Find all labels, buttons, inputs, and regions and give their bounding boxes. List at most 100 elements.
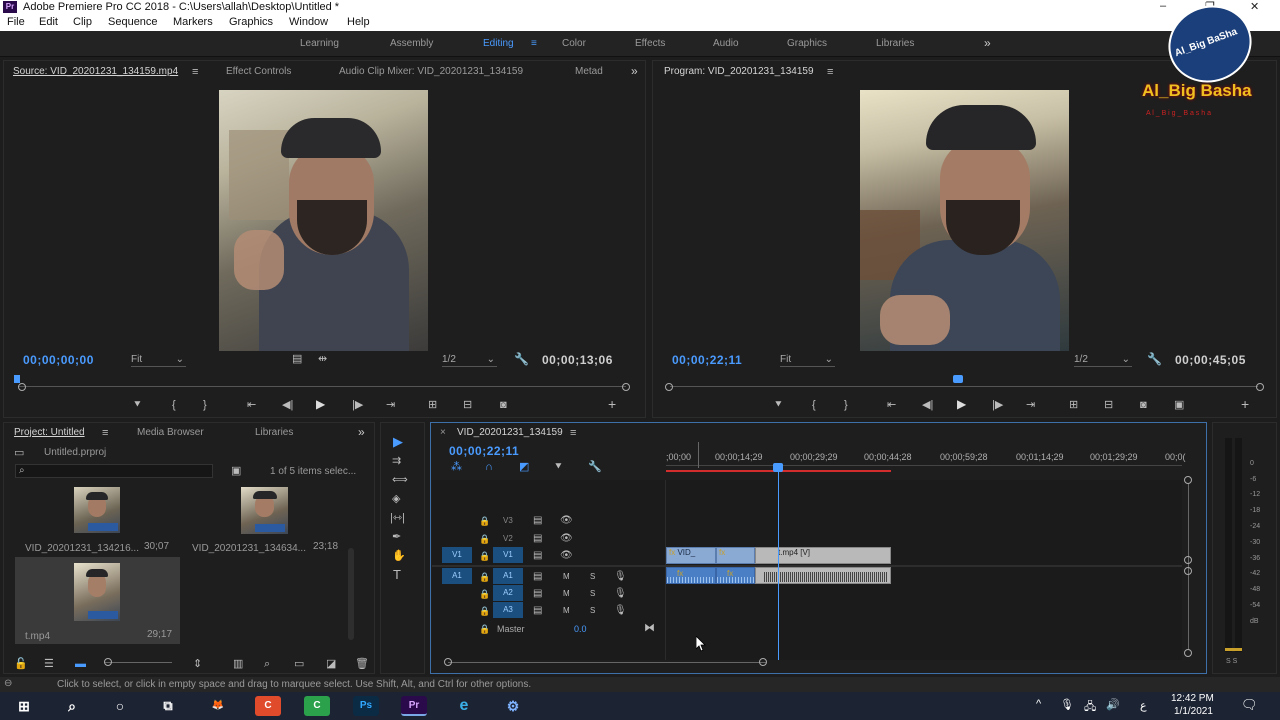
track-target-a3[interactable]: A3	[493, 602, 523, 618]
timeline-playhead-line[interactable]	[778, 470, 779, 660]
source-zoom-handle-left[interactable]	[18, 383, 26, 391]
network-icon[interactable]: 🖧	[1084, 698, 1096, 717]
ripple-edit-tool-icon[interactable]: ⟺	[392, 473, 408, 487]
tab-effect-controls[interactable]: Effect Controls	[226, 66, 291, 77]
selection-tool-icon[interactable]: ▶	[393, 435, 403, 449]
source-video-frame[interactable]	[219, 90, 428, 351]
workspace-editing[interactable]: Editing	[483, 38, 514, 49]
source-resolution-select[interactable]: 1/2 ⌄	[442, 354, 497, 367]
minimize-button[interactable]: –	[1160, 0, 1166, 12]
lock-icon[interactable]: 🔒	[479, 587, 490, 601]
wrench-icon[interactable]: 🔧	[588, 460, 602, 474]
close-window-button[interactable]: ✕	[1250, 0, 1259, 13]
microphone-icon[interactable]: 🎙	[614, 587, 627, 601]
panel-menu-icon[interactable]: ≡	[570, 426, 576, 440]
lock-icon[interactable]: 🔒	[479, 532, 490, 546]
lock-icon[interactable]: 🔒	[479, 514, 490, 528]
insert-overlay-icon[interactable]: ⇹	[318, 352, 327, 366]
language-indicator[interactable]: ع	[1140, 699, 1147, 712]
comparison-view-icon[interactable]: ▣	[1174, 398, 1184, 412]
workspace-effects[interactable]: Effects	[635, 38, 665, 49]
mark-out-icon[interactable]: }	[203, 398, 207, 412]
track-zoom-handle[interactable]	[1184, 567, 1192, 575]
task-view-button[interactable]: ⧉	[155, 696, 181, 716]
list-view-icon[interactable]: ☰	[44, 657, 54, 671]
toggle-sync-icon[interactable]: ▤	[533, 587, 542, 601]
tab-source[interactable]: Source: VID_20201231_134159.mp4	[13, 66, 178, 77]
video-clip[interactable]: t.mp4 [V]	[755, 547, 891, 564]
panel-more-icon[interactable]: »	[358, 425, 365, 439]
microphone-icon[interactable]: 🎙	[614, 604, 627, 618]
wrench-icon[interactable]: 🔧	[1147, 352, 1162, 366]
workspace-color[interactable]: Color	[562, 38, 586, 49]
panel-menu-icon[interactable]: ≡	[827, 65, 833, 79]
step-back-icon[interactable]: ◀|	[922, 398, 933, 412]
source-scrubber-track[interactable]	[18, 386, 626, 387]
source-fit-select[interactable]: Fit ⌄	[131, 354, 186, 367]
search-button[interactable]: ⌕	[59, 696, 85, 716]
menu-markers[interactable]: Markers	[173, 16, 213, 28]
start-button[interactable]: ⊞	[11, 696, 37, 716]
zoom-slider-handle[interactable]	[104, 658, 112, 666]
add-marker-icon[interactable]: ⯆	[554, 460, 563, 474]
program-video-frame[interactable]	[860, 90, 1069, 351]
cortana-button[interactable]: ○	[107, 696, 133, 716]
menu-clip[interactable]: Clip	[73, 16, 92, 28]
new-search-bin-icon[interactable]: ▣	[231, 464, 241, 478]
play-icon[interactable]: ▶	[957, 397, 966, 411]
insert-icon[interactable]: ⊞	[428, 398, 437, 412]
step-forward-icon[interactable]: |▶	[992, 398, 1003, 412]
premiere-taskbar-icon[interactable]: Pr	[401, 696, 427, 716]
timeline-zoom-handle-left[interactable]	[444, 658, 452, 666]
program-fit-select[interactable]: Fit ⌄	[780, 354, 835, 367]
menu-window[interactable]: Window	[289, 16, 328, 28]
eye-icon[interactable]: 👁	[560, 514, 573, 528]
new-item-icon[interactable]: ◪	[326, 657, 336, 671]
slip-tool-icon[interactable]: |⇿|	[390, 511, 405, 525]
panel-menu-icon[interactable]: ≡	[192, 65, 198, 79]
source-patch-a1[interactable]: A1	[442, 568, 472, 584]
audio-clip[interactable]	[755, 567, 891, 584]
lift-icon[interactable]: ⊞	[1069, 398, 1078, 412]
track-zoom-handle[interactable]	[1184, 556, 1192, 564]
add-marker-icon[interactable]: ⯆	[133, 398, 142, 412]
tab-sequence[interactable]: VID_20201231_134159	[457, 427, 563, 438]
nest-icon[interactable]: ⁂	[451, 460, 462, 474]
source-playhead[interactable]	[14, 375, 20, 383]
video-clip[interactable]: fx VID_	[666, 547, 716, 564]
workspace-audio[interactable]: Audio	[713, 38, 739, 49]
track-target-a2[interactable]: A2	[493, 585, 523, 601]
tab-metadata[interactable]: Metad	[575, 66, 603, 77]
go-to-out-icon[interactable]: ⇥	[1026, 398, 1035, 412]
pen-tool-icon[interactable]: ✒	[392, 530, 401, 544]
mute-button[interactable]: M	[563, 606, 570, 615]
sort-icon[interactable]: ⇕	[193, 657, 202, 671]
lock-icon[interactable]: 🔒	[479, 549, 490, 563]
tab-audio-clip-mixer[interactable]: Audio Clip Mixer: VID_20201231_134159	[339, 66, 523, 77]
toggle-sync-icon[interactable]: ▤	[533, 514, 542, 528]
menu-graphics[interactable]: Graphics	[229, 16, 273, 28]
add-marker-icon[interactable]: ⯆	[774, 398, 783, 412]
icon-view-icon[interactable]: ▬	[75, 657, 86, 671]
automate-to-sequence-icon[interactable]: ▥	[233, 657, 243, 671]
project-item-thumbnail[interactable]	[74, 487, 120, 533]
overwrite-icon[interactable]: ⊟	[463, 398, 472, 412]
lock-icon[interactable]: 🔒	[479, 622, 490, 636]
settings-app-icon[interactable]: ⚙	[500, 696, 526, 716]
camtasia-editor-icon[interactable]: C	[304, 696, 330, 716]
workspace-menu-icon[interactable]: ≡	[531, 38, 537, 49]
type-tool-icon[interactable]: T	[393, 568, 401, 582]
project-item-thumbnail[interactable]	[74, 563, 120, 621]
menu-file[interactable]: File	[7, 16, 25, 28]
track-target-v1[interactable]: V1	[493, 547, 523, 563]
program-playhead[interactable]	[953, 375, 963, 383]
find-icon[interactable]: ⌕	[264, 657, 270, 671]
settings-overlay-icon[interactable]: ▤	[292, 352, 302, 366]
timeline-timecode[interactable]: 00;00;22;11	[449, 444, 519, 458]
mark-in-icon[interactable]: {	[812, 398, 816, 412]
hand-tool-icon[interactable]: ✋	[392, 549, 406, 563]
audio-clip[interactable]: fx	[716, 567, 755, 584]
track-zoom-handle[interactable]	[1184, 476, 1192, 484]
snap-icon[interactable]: ∩	[485, 460, 493, 474]
panel-menu-icon[interactable]: ≡	[102, 426, 108, 440]
